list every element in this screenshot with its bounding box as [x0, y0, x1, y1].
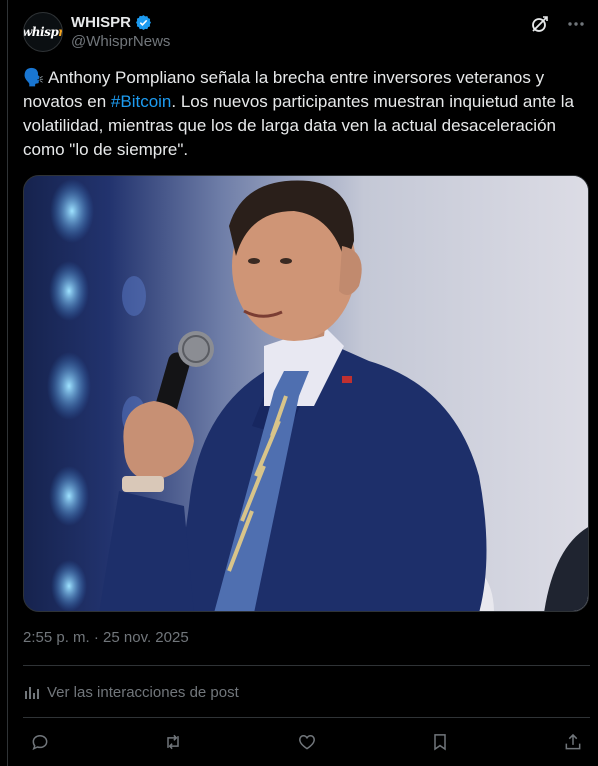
timestamp-time[interactable]: 2:55 p. m.: [23, 629, 90, 646]
avatar[interactable]: whispr: [23, 12, 63, 52]
reply-button[interactable]: [23, 728, 57, 756]
share-button[interactable]: [556, 728, 590, 756]
repost-button[interactable]: [156, 728, 190, 756]
post-image[interactable]: [23, 175, 589, 612]
heart-icon: [298, 734, 315, 750]
like-button[interactable]: [290, 728, 324, 756]
view-interactions-label: Ver las interacciones de post: [47, 683, 239, 701]
view-interactions-link[interactable]: Ver las interacciones de post: [23, 681, 239, 703]
timestamp-separator: ·: [89, 629, 104, 646]
avatar-logo: whispr: [23, 25, 62, 39]
divider-top: [23, 665, 590, 666]
grok-icon[interactable]: [530, 14, 550, 34]
author-names: WHISPR @WhisprNews: [71, 13, 170, 52]
post-timestamp: 2:55 p. m. · 25 nov. 2025: [23, 628, 189, 648]
verified-badge-icon: [135, 14, 152, 31]
post-text: 🗣️ Anthony Pompliano señala la brecha en…: [23, 66, 593, 162]
hashtag-bitcoin-link[interactable]: #Bitcoin: [111, 92, 171, 111]
repost-icon: [167, 734, 179, 750]
post-container: whispr WHISPR @WhisprNews: [7, 0, 598, 766]
bar-chart-icon: [25, 687, 39, 699]
divider-bottom: [23, 717, 590, 718]
timestamp-date[interactable]: 25 nov. 2025: [103, 629, 189, 646]
author-handle[interactable]: @WhisprNews: [71, 32, 170, 52]
bookmark-button[interactable]: [423, 728, 457, 756]
author-display-name[interactable]: WHISPR: [71, 13, 131, 32]
more-options-icon[interactable]: [566, 14, 586, 34]
post-header: whispr WHISPR @WhisprNews: [23, 12, 586, 54]
share-icon: [565, 733, 581, 750]
bookmark-icon: [434, 734, 446, 751]
speaking-head-emoji: 🗣️: [23, 68, 45, 87]
comment-icon: [32, 734, 48, 751]
action-bar: [23, 728, 590, 756]
